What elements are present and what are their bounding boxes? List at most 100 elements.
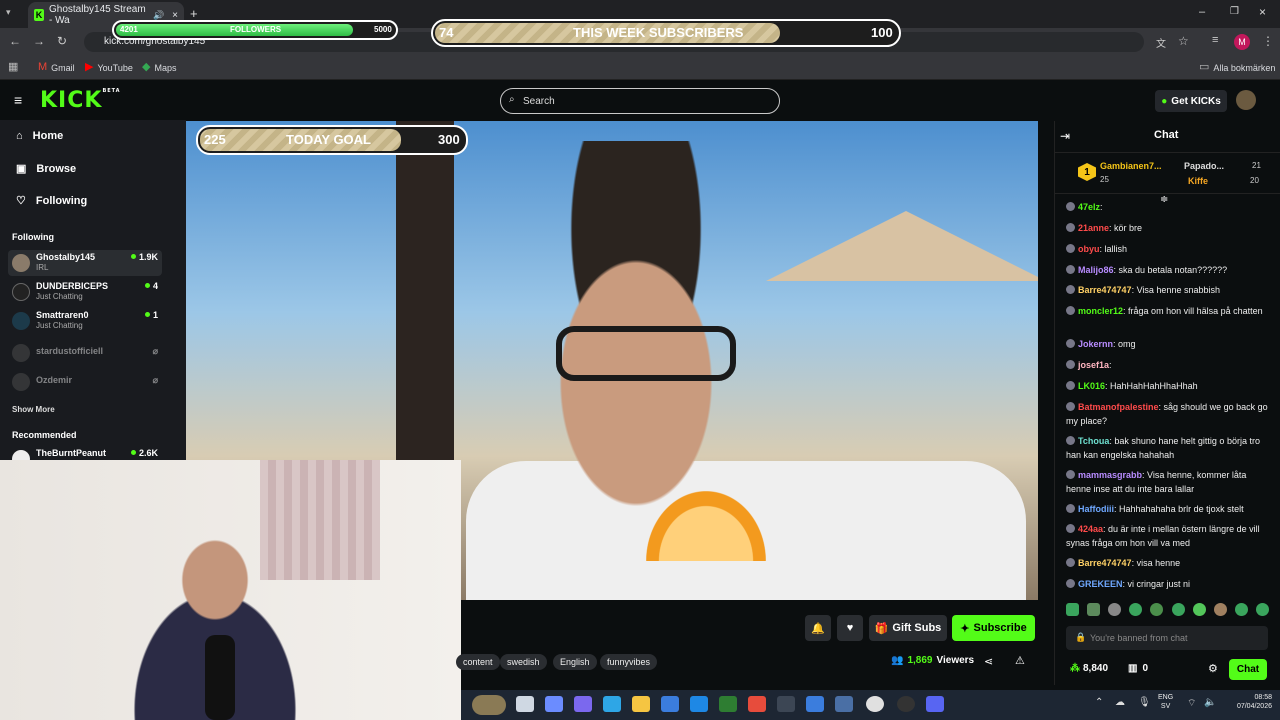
- back-icon[interactable]: ←: [9, 34, 21, 48]
- store-icon[interactable]: [661, 696, 679, 712]
- emote-icon[interactable]: [1213, 603, 1227, 616]
- emote-icon[interactable]: [1171, 603, 1185, 616]
- tray-chevron-icon[interactable]: ⌃: [1095, 697, 1103, 708]
- file-explorer-icon[interactable]: [632, 696, 650, 712]
- apps-icon[interactable]: ▦: [8, 62, 18, 73]
- tag-content[interactable]: content: [456, 654, 500, 670]
- chat-username[interactable]: josef1a: [1078, 360, 1109, 370]
- chat-username[interactable]: 47elz: [1078, 202, 1100, 212]
- app-cube-icon[interactable]: [777, 696, 795, 712]
- hamburger-menu-icon[interactable]: ≡: [14, 92, 22, 108]
- edge-icon[interactable]: [603, 696, 621, 712]
- emote-icon[interactable]: [1192, 603, 1206, 616]
- tray-mic-icon[interactable]: 🎙: [1138, 697, 1151, 708]
- show-more-link[interactable]: Show More: [12, 405, 55, 414]
- notification-bell-button[interactable]: 🔔: [805, 615, 831, 641]
- photos-icon[interactable]: [806, 696, 824, 712]
- media-controls-icon[interactable]: ≡: [1212, 34, 1218, 46]
- translate-icon[interactable]: 文: [1156, 35, 1166, 50]
- volume-icon[interactable]: 🔈: [1204, 697, 1216, 708]
- chat-username[interactable]: obyu: [1078, 244, 1100, 254]
- bookmark-star-icon[interactable]: ☆: [1178, 34, 1189, 48]
- reload-icon[interactable]: ↻: [57, 34, 67, 48]
- forward-icon[interactable]: →: [33, 34, 45, 48]
- nav-home[interactable]: ⌂ Home: [16, 130, 63, 142]
- chat-username[interactable]: Barre474747: [1078, 285, 1132, 295]
- get-kicks-button[interactable]: ● Get KICKs: [1155, 90, 1227, 112]
- emote-icon[interactable]: [1150, 603, 1164, 616]
- emote-icon[interactable]: [1066, 603, 1079, 616]
- sidebar-channel-ghostalby145[interactable]: Ghostalby145 IRL 1.9K: [8, 250, 162, 276]
- emote-icon[interactable]: [1129, 603, 1143, 616]
- channel-points[interactable]: ⁂ 8,840: [1070, 663, 1108, 674]
- share-icon[interactable]: ⋖: [984, 655, 993, 668]
- maximize-button[interactable]: ❐: [1230, 6, 1239, 17]
- gift-subs-button[interactable]: 🎁 Gift Subs: [869, 615, 947, 641]
- emote-icon[interactable]: [1108, 603, 1122, 616]
- obs-icon[interactable]: [897, 696, 915, 712]
- sidebar-channel-stardustofficiell[interactable]: stardustofficiell ⌀: [8, 340, 162, 366]
- search-input[interactable]: ⌕ Search: [500, 88, 780, 114]
- minimize-button[interactable]: –: [1199, 6, 1205, 18]
- chat-username[interactable]: GREKEEN: [1078, 579, 1123, 589]
- input-language[interactable]: ENG SV: [1158, 693, 1173, 711]
- all-bookmarks[interactable]: ▭ Alla bokmärken: [1199, 62, 1275, 73]
- app-window-icon[interactable]: [835, 696, 853, 712]
- chat-settings-gear-icon[interactable]: ⚙: [1208, 662, 1218, 675]
- bookmark-maps[interactable]: ◆ Maps: [142, 62, 176, 73]
- profile-avatar[interactable]: M: [1234, 34, 1250, 50]
- chat-username[interactable]: 21anne: [1078, 223, 1109, 233]
- clock[interactable]: 08:58 07/04/2026: [1226, 693, 1272, 711]
- widgets-weather-icon[interactable]: [472, 695, 506, 715]
- tag-english[interactable]: English: [553, 654, 597, 670]
- leader-name[interactable]: Kiffe: [1188, 176, 1208, 186]
- tray-cloud-icon[interactable]: ☁: [1115, 697, 1125, 708]
- chat-username[interactable]: Tchoua: [1078, 436, 1109, 446]
- wifi-icon[interactable]: ⌔: [1187, 697, 1196, 710]
- chat-username[interactable]: Malijo86: [1078, 265, 1114, 275]
- collapse-chat-icon[interactable]: ⇥: [1060, 129, 1070, 143]
- sidebar-channel-dunderbiceps[interactable]: DUNDERBICEPS Just Chatting 4: [8, 279, 162, 305]
- tab-close-icon[interactable]: ×: [172, 10, 178, 21]
- emote-icon[interactable]: [1087, 603, 1101, 616]
- new-tab-button[interactable]: +: [190, 6, 198, 21]
- nav-following[interactable]: ♡ Following: [16, 194, 87, 208]
- chat-username[interactable]: moncler12: [1078, 306, 1123, 316]
- nav-browse[interactable]: ▣ Browse: [16, 162, 76, 176]
- emote-icon[interactable]: [1255, 603, 1269, 616]
- bookmark-youtube[interactable]: ▶ YouTube: [85, 62, 133, 73]
- bookmark-gmail[interactable]: M Gmail: [38, 62, 75, 73]
- task-view-icon[interactable]: [516, 696, 534, 712]
- office-icon[interactable]: [748, 696, 766, 712]
- kick-logo[interactable]: KICKBETA: [40, 88, 121, 113]
- chat-username[interactable]: LK016: [1078, 381, 1105, 391]
- copilot-icon[interactable]: [545, 696, 563, 712]
- outlook-icon[interactable]: [690, 696, 708, 712]
- app-shield-icon[interactable]: [719, 696, 737, 712]
- chat-input[interactable]: 🔒 You're banned from chat: [1066, 626, 1268, 650]
- sidebar-channel-smattraren0[interactable]: Smattraren0 Just Chatting 1: [8, 308, 162, 334]
- chrome-icon[interactable]: [866, 696, 884, 712]
- tag-funnyvibes[interactable]: funnyvibes: [600, 654, 658, 670]
- chest-counter[interactable]: ▥ 0: [1128, 663, 1148, 674]
- report-warning-icon[interactable]: ⚠: [1015, 654, 1025, 667]
- chat-username[interactable]: 424aa: [1078, 524, 1103, 534]
- tag-swedish[interactable]: swedish: [500, 654, 547, 670]
- user-avatar[interactable]: [1236, 90, 1256, 110]
- teams-icon[interactable]: [574, 696, 592, 712]
- tab-search-button[interactable]: ▾: [6, 7, 20, 21]
- chat-username[interactable]: Haffodiii: [1078, 504, 1114, 514]
- chat-username[interactable]: Batmanofpalestine: [1078, 402, 1159, 412]
- emote-icon[interactable]: [1234, 603, 1248, 616]
- leader-name[interactable]: Papado...: [1184, 161, 1224, 171]
- subscribe-button[interactable]: ✦ Subscribe: [952, 615, 1035, 641]
- sidebar-channel-ozdemir[interactable]: Ozdemir ⌀: [8, 369, 162, 395]
- tab-audio-icon[interactable]: 🔊: [153, 10, 164, 21]
- leader-name[interactable]: Gambianen7...: [1100, 161, 1162, 171]
- chat-username[interactable]: Jokernn: [1078, 339, 1113, 349]
- send-chat-button[interactable]: Chat: [1229, 659, 1267, 680]
- chat-username[interactable]: mammasgrabb: [1078, 470, 1142, 480]
- close-window-button[interactable]: ×: [1259, 5, 1266, 19]
- follow-heart-button[interactable]: ♥: [837, 615, 863, 641]
- browser-menu-icon[interactable]: ⋮: [1262, 34, 1274, 48]
